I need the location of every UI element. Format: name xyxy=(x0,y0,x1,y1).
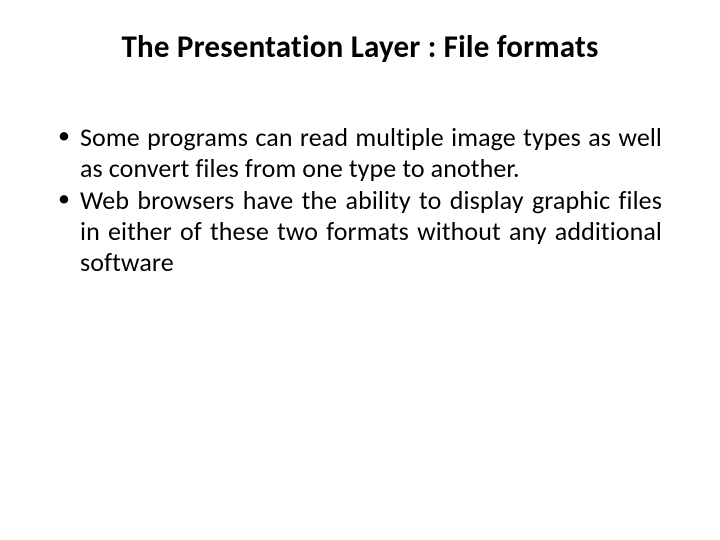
bullet-list: Some programs can read multiple image ty… xyxy=(58,122,662,277)
list-item: Some programs can read multiple image ty… xyxy=(80,122,662,183)
list-item: Web browsers have the ability to display… xyxy=(80,185,662,277)
slide-title: The Presentation Layer : File formats xyxy=(58,28,662,66)
